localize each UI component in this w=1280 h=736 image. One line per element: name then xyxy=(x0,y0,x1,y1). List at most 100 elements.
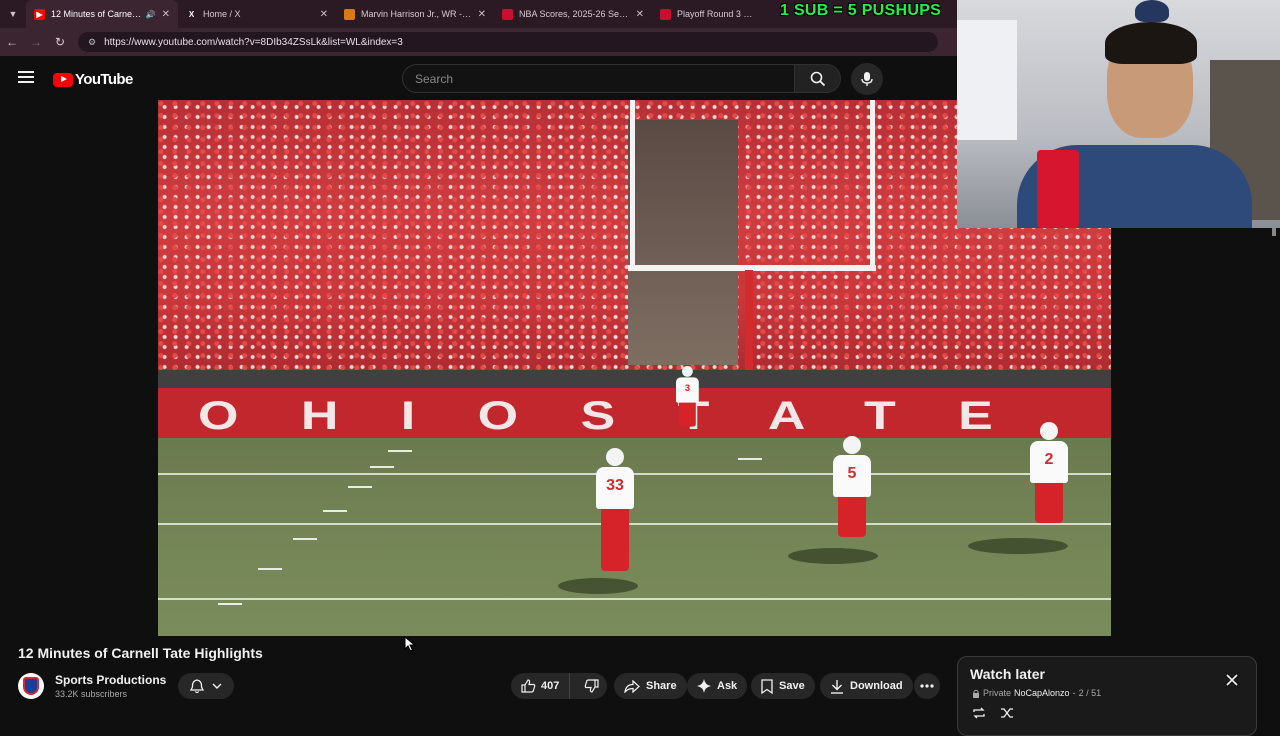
ask-label: Ask xyxy=(717,680,738,692)
hash-mark xyxy=(293,538,317,540)
yard-line xyxy=(158,473,1111,475)
sideline-wall xyxy=(158,370,1111,388)
playlist-privacy: Private xyxy=(983,688,1012,698)
playlist-panel: Watch later Private NoCapAlonzo - 2 / 51 xyxy=(957,656,1257,736)
endzone-lettering: OHIOSTATE xyxy=(198,394,1056,438)
helmet xyxy=(682,366,693,377)
like-button[interactable]: 407 xyxy=(511,673,571,699)
tab-title: 12 Minutes of Carnell Tate H xyxy=(51,9,142,19)
endzone: OHIOSTATE xyxy=(158,388,1111,438)
tab-title: NBA Scores, 2025-26 Season - xyxy=(519,9,630,19)
shuffle-icon[interactable] xyxy=(1000,706,1014,724)
football-player: 5 xyxy=(833,436,871,537)
tab-title: Marvin Harrison Jr., WR - 2024 xyxy=(361,9,472,19)
player-shadow xyxy=(558,578,638,594)
download-icon xyxy=(831,679,843,694)
streamer-hair xyxy=(1105,22,1197,64)
back-arrow-icon[interactable]: ← xyxy=(0,28,24,56)
close-icon[interactable] xyxy=(1226,673,1238,691)
save-button[interactable]: Save xyxy=(751,673,815,699)
sparkle-icon xyxy=(697,679,711,693)
jersey-number: 2 xyxy=(1030,441,1068,483)
playlist-title[interactable]: Watch later xyxy=(970,666,1045,682)
forward-arrow-icon[interactable]: → xyxy=(24,28,48,56)
search-input[interactable]: Search xyxy=(402,64,795,93)
subscription-bell-button[interactable] xyxy=(178,673,234,699)
playoff-favicon-icon xyxy=(660,8,671,20)
tab-pff[interactable]: Marvin Harrison Jr., WR - 2024 ✕ xyxy=(336,0,494,28)
loop-icon[interactable] xyxy=(972,706,986,724)
scrollbar-thumb[interactable] xyxy=(1272,228,1276,236)
yard-line xyxy=(158,598,1111,600)
download-button[interactable]: Download xyxy=(820,673,913,699)
bookmark-icon xyxy=(761,678,773,694)
shield-logo-icon xyxy=(23,677,39,695)
player-shadow xyxy=(788,548,878,564)
ask-button[interactable]: Ask xyxy=(687,673,748,699)
chevron-down-icon xyxy=(212,683,222,689)
like-dislike-group: 407 xyxy=(511,673,607,699)
jersey-number: 3 xyxy=(676,377,699,403)
tab-search-chevron-icon[interactable]: ▼ xyxy=(0,0,26,28)
red-tumbler xyxy=(1037,150,1079,228)
microphone-icon xyxy=(861,72,873,86)
youtube-play-icon xyxy=(53,72,73,87)
hash-mark xyxy=(323,510,347,512)
page-scrollbar[interactable] xyxy=(1271,228,1277,648)
playlist-separator: - xyxy=(1072,688,1076,698)
football-field xyxy=(158,438,1111,636)
tab-close-icon[interactable]: ✕ xyxy=(472,9,486,20)
channel-avatar[interactable] xyxy=(18,673,44,699)
channel-name[interactable]: Sports Productions xyxy=(55,673,166,687)
tab-title: Playoff Round 3 (Mar 23 - 29 xyxy=(677,9,754,19)
site-info-icon[interactable]: ⚙ xyxy=(88,37,96,48)
helmet xyxy=(606,448,624,466)
sub-pushup-banner: 1 SUB = 5 PUSHUPS xyxy=(780,2,942,19)
thumbs-down-icon xyxy=(584,679,599,693)
helmet xyxy=(1040,422,1058,440)
streamer-webcam xyxy=(957,0,1280,228)
dislike-button[interactable] xyxy=(576,673,607,699)
hash-mark xyxy=(370,466,394,468)
video-title: 12 Minutes of Carnell Tate Highlights xyxy=(18,645,263,661)
background-cap xyxy=(1135,0,1169,22)
hash-mark xyxy=(738,458,762,460)
save-label: Save xyxy=(779,680,805,692)
more-actions-button[interactable] xyxy=(914,673,940,699)
address-bar[interactable]: ⚙ https://www.youtube.com/watch?v=8DIb34… xyxy=(78,32,938,52)
pff-favicon-icon xyxy=(344,8,355,20)
tab-x[interactable]: X Home / X ✕ xyxy=(178,0,336,28)
yard-line xyxy=(158,523,1111,525)
x-favicon-icon: X xyxy=(188,9,195,19)
voice-search-button[interactable] xyxy=(851,63,883,95)
football-player: 2 xyxy=(1030,422,1068,523)
share-label: Share xyxy=(646,680,677,692)
playlist-owner[interactable]: NoCapAlonzo xyxy=(1014,688,1070,698)
player-pants xyxy=(838,497,866,537)
reload-icon[interactable]: ↻ xyxy=(48,28,72,56)
youtube-logo[interactable]: YouTube xyxy=(53,71,133,88)
jersey-number: 33 xyxy=(596,467,634,509)
player-pants xyxy=(601,509,629,571)
hash-mark xyxy=(388,450,412,452)
menu-icon[interactable] xyxy=(18,71,34,83)
tab-playoff[interactable]: Playoff Round 3 (Mar 23 - 29 xyxy=(652,0,762,28)
tab-youtube[interactable]: ▶ 12 Minutes of Carnell Tate H 🔊 ✕ xyxy=(26,0,178,28)
share-button[interactable]: Share xyxy=(614,673,687,699)
speaker-icon[interactable]: 🔊 xyxy=(146,10,156,19)
helmet xyxy=(843,436,861,454)
tab-espn[interactable]: NBA Scores, 2025-26 Season - ✕ xyxy=(494,0,652,28)
hash-mark xyxy=(218,603,242,605)
share-arrow-icon xyxy=(624,679,640,693)
goal-post-upright xyxy=(870,100,875,270)
tab-close-icon[interactable]: ✕ xyxy=(156,9,170,20)
url-text: https://www.youtube.com/watch?v=8DIb34ZS… xyxy=(104,36,403,48)
playlist-meta: Private NoCapAlonzo - 2 / 51 xyxy=(972,688,1101,698)
player-pants xyxy=(679,402,696,427)
search-button[interactable] xyxy=(795,64,841,93)
tab-title: Home / X xyxy=(203,9,241,19)
tab-close-icon[interactable]: ✕ xyxy=(630,9,644,20)
tab-close-icon[interactable]: ✕ xyxy=(314,9,328,20)
download-label: Download xyxy=(850,680,903,692)
player-pants xyxy=(1035,483,1063,523)
